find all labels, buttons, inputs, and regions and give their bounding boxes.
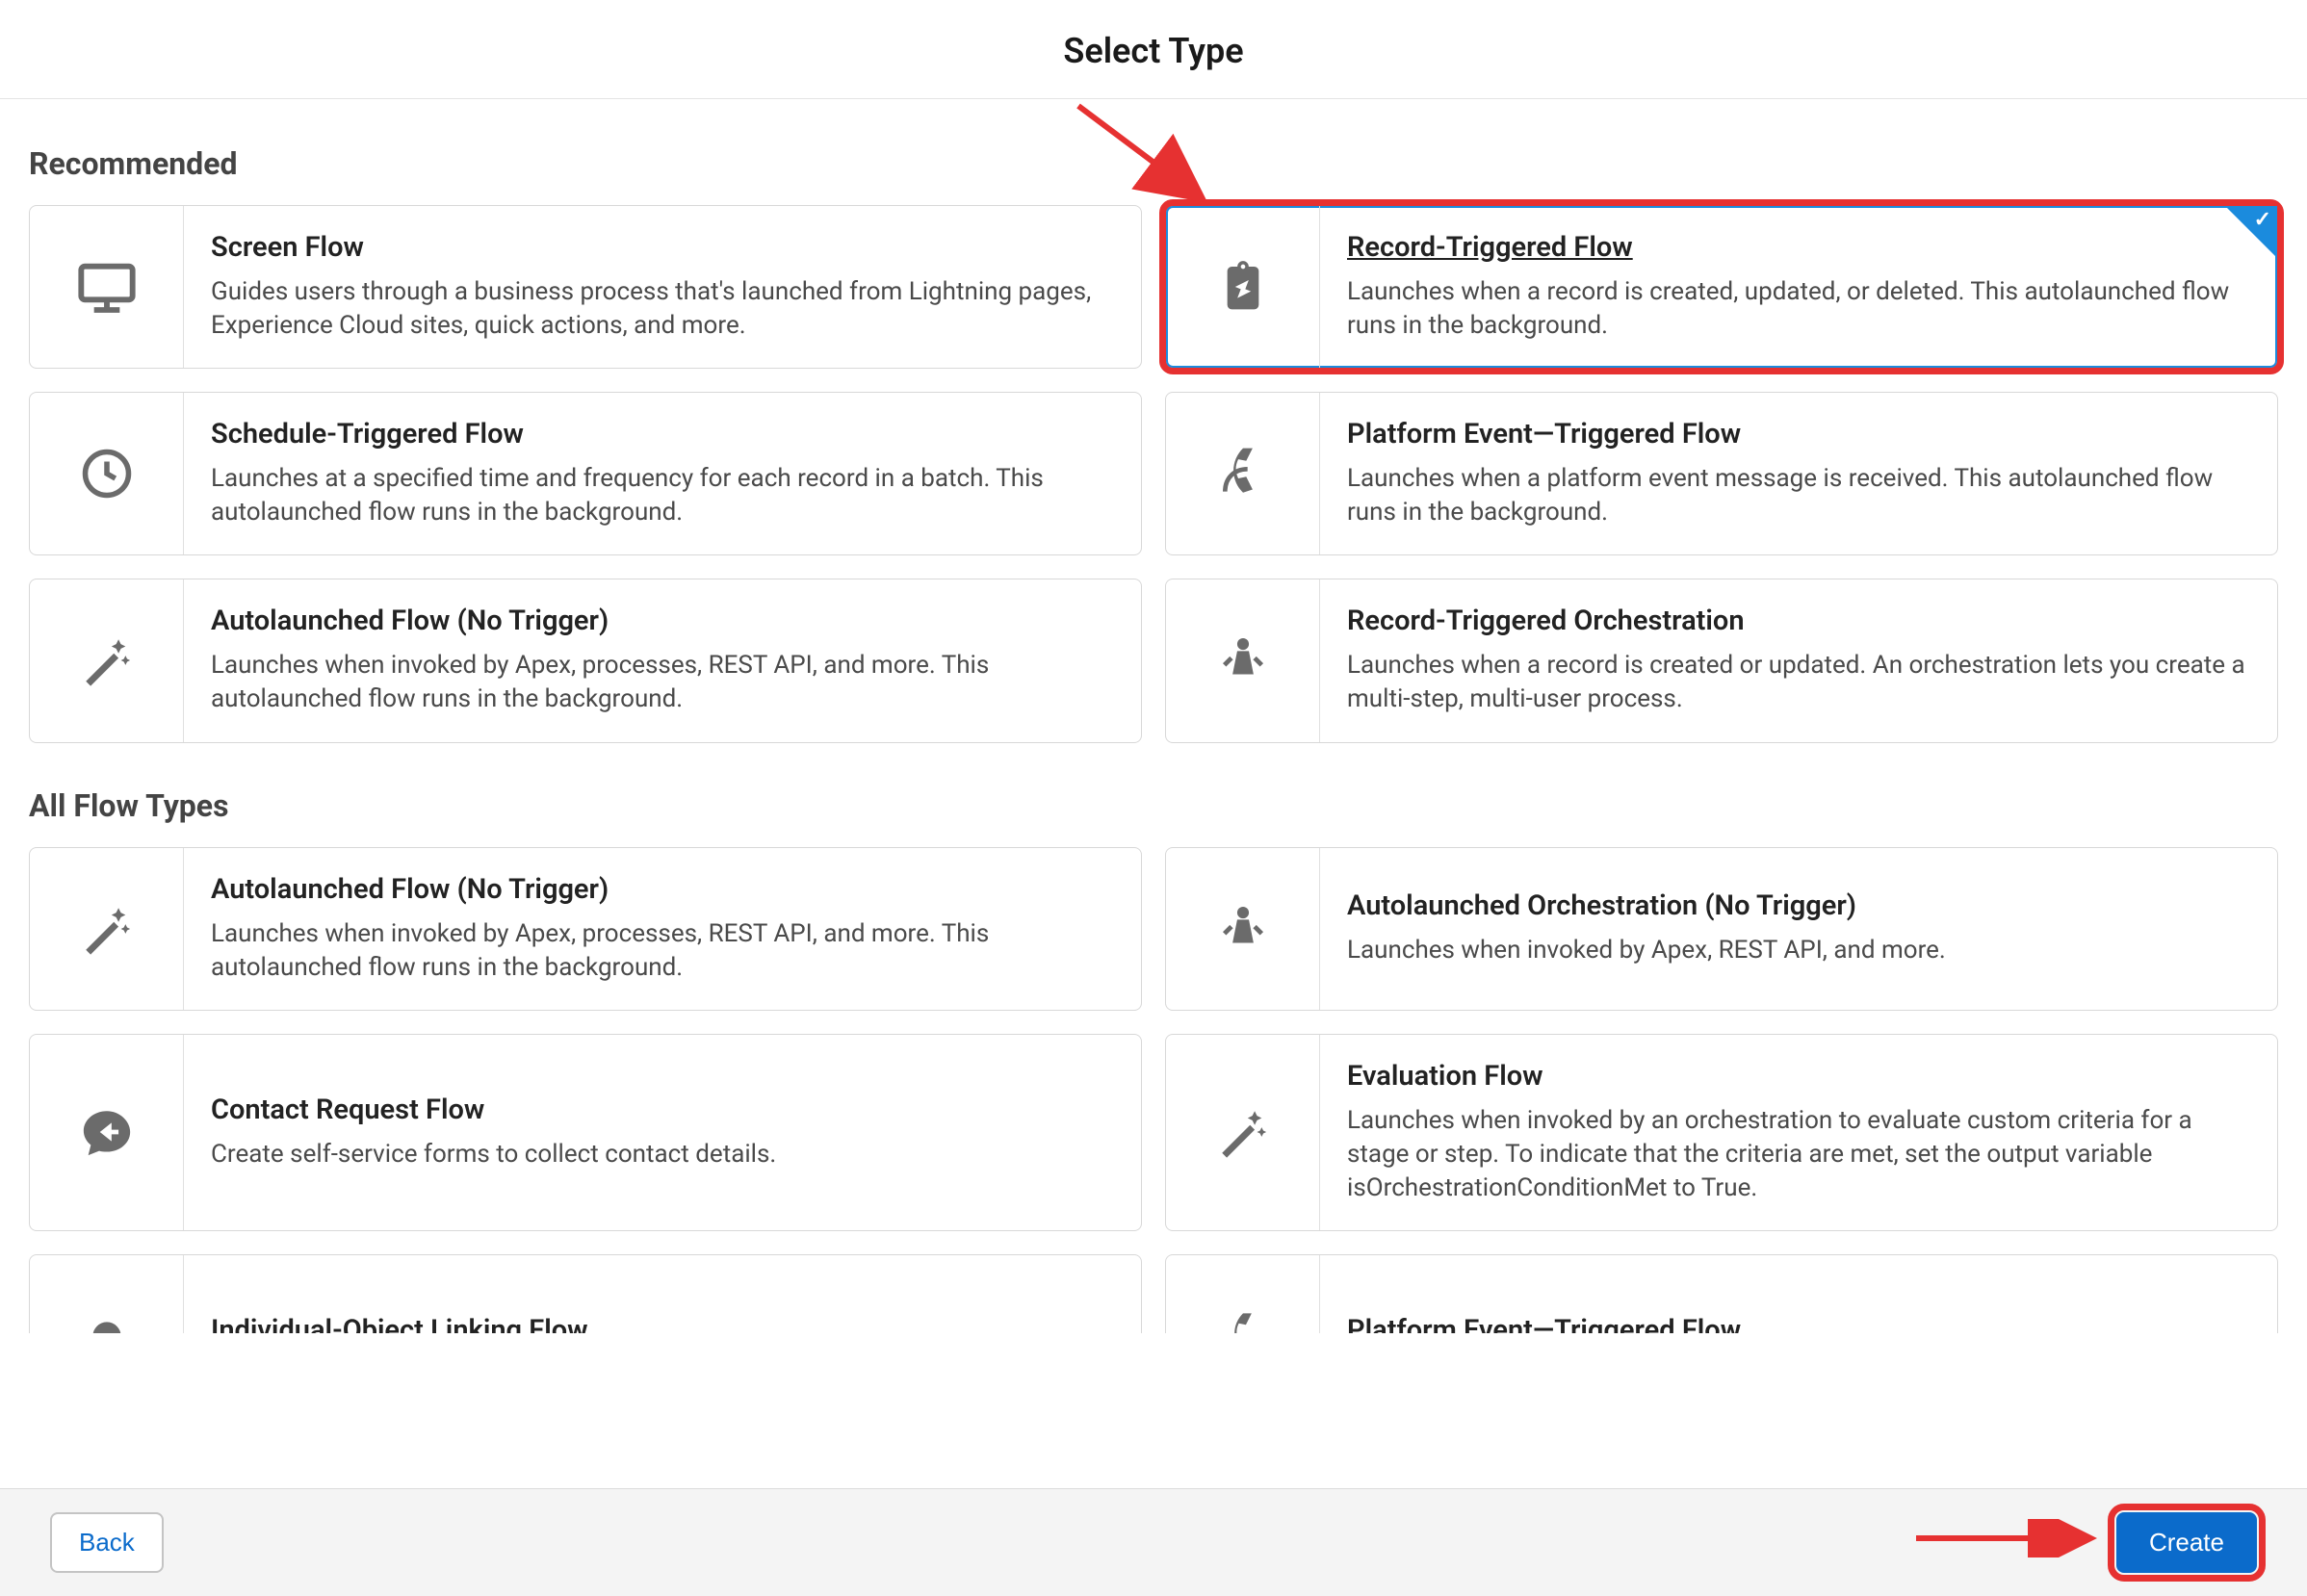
card-title: Record-Triggered Orchestration <box>1347 605 2248 637</box>
card-desc: Launches when invoked by Apex, processes… <box>211 917 1112 985</box>
clock-icon <box>30 393 184 554</box>
satellite-icon <box>1166 393 1320 554</box>
card-all-autolaunched-no-trigger[interactable]: Autolaunched Flow (No Trigger) Launches … <box>29 847 1142 1011</box>
wand-sparkle-icon <box>30 848 184 1010</box>
recommended-row-2: Schedule-Triggered Flow Launches at a sp… <box>29 392 2278 555</box>
clipboard-edit-icon <box>1166 206 1320 368</box>
recommended-row-1: Screen Flow Guides users through a busin… <box>29 205 2278 369</box>
card-desc: Launches when a record is created or upd… <box>1347 649 2248 716</box>
back-button[interactable]: Back <box>50 1512 164 1573</box>
orchestration-icon <box>1166 848 1320 1010</box>
card-schedule-triggered-flow[interactable]: Schedule-Triggered Flow Launches at a sp… <box>29 392 1142 555</box>
card-desc: Launches when invoked by an orchestratio… <box>1347 1104 2248 1205</box>
section-all-heading: All Flow Types <box>29 787 2278 824</box>
card-title: Autolaunched Flow (No Trigger) <box>211 873 1112 906</box>
card-title: Evaluation Flow <box>1347 1060 2248 1093</box>
card-title: Contact Request Flow <box>211 1094 776 1126</box>
wand-sparkle-icon <box>30 579 184 741</box>
card-record-triggered-flow[interactable]: Record-Triggered Flow Launches when a re… <box>1165 205 2278 369</box>
card-title: Platform Event—Triggered Flow <box>1347 418 2248 450</box>
card-all-contact-request-flow[interactable]: Contact Request Flow Create self-service… <box>29 1034 1142 1231</box>
orchestration-icon <box>1166 579 1320 741</box>
card-title: Autolaunched Orchestration (No Trigger) <box>1347 889 1946 922</box>
card-desc: Launches when invoked by Apex, processes… <box>211 649 1112 716</box>
modal-header: Select Type <box>0 0 2307 99</box>
card-title: Schedule-Triggered Flow <box>211 418 1112 450</box>
create-button[interactable]: Create <box>2116 1512 2257 1573</box>
card-title: Screen Flow <box>211 231 1112 264</box>
card-desc: Guides users through a business process … <box>211 275 1112 343</box>
recommended-row-3: Autolaunched Flow (No Trigger) Launches … <box>29 579 2278 742</box>
card-platform-event-flow[interactable]: Platform Event—Triggered Flow Launches w… <box>1165 392 2278 555</box>
modal-footer: Back Create <box>0 1488 2307 1596</box>
card-title: Autolaunched Flow (No Trigger) <box>211 605 1112 637</box>
card-title: Individual-Object Linking Flow <box>211 1314 588 1333</box>
card-record-triggered-orchestration[interactable]: Record-Triggered Orchestration Launches … <box>1165 579 2278 742</box>
selected-check-icon <box>2225 206 2277 258</box>
all-row-1: Autolaunched Flow (No Trigger) Launches … <box>29 847 2278 1011</box>
monitor-icon <box>30 206 184 368</box>
card-desc: Create self-service forms to collect con… <box>211 1138 776 1171</box>
card-all-individual-object-linking[interactable]: Individual-Object Linking Flow <box>29 1254 1142 1333</box>
card-all-evaluation-flow[interactable]: Evaluation Flow Launches when invoked by… <box>1165 1034 2278 1231</box>
satellite-icon <box>1166 1255 1320 1333</box>
reply-bubble-icon <box>30 1035 184 1230</box>
page-title: Select Type <box>0 31 2307 71</box>
content-area: Recommended Screen Flow Guides users thr… <box>0 99 2307 1333</box>
card-title: Platform Event—Triggered Flow <box>1347 1314 1741 1333</box>
card-autolaunched-no-trigger[interactable]: Autolaunched Flow (No Trigger) Launches … <box>29 579 1142 742</box>
card-all-platform-event-triggered[interactable]: Platform Event—Triggered Flow <box>1165 1254 2278 1333</box>
card-title: Record-Triggered Flow <box>1347 231 2248 264</box>
card-desc: Launches when a record is created, updat… <box>1347 275 2248 343</box>
card-screen-flow[interactable]: Screen Flow Guides users through a busin… <box>29 205 1142 369</box>
card-desc: Launches when a platform event message i… <box>1347 462 2248 529</box>
generic-icon <box>30 1255 184 1333</box>
all-row-2: Contact Request Flow Create self-service… <box>29 1034 2278 1231</box>
card-all-autolaunched-orchestration[interactable]: Autolaunched Orchestration (No Trigger) … <box>1165 847 2278 1011</box>
wand-sparkle-icon <box>1166 1035 1320 1230</box>
section-recommended-heading: Recommended <box>29 145 2278 182</box>
card-desc: Launches at a specified time and frequen… <box>211 462 1112 529</box>
all-row-3: Individual-Object Linking Flow Platform … <box>29 1254 2278 1333</box>
card-desc: Launches when invoked by Apex, REST API,… <box>1347 934 1946 967</box>
